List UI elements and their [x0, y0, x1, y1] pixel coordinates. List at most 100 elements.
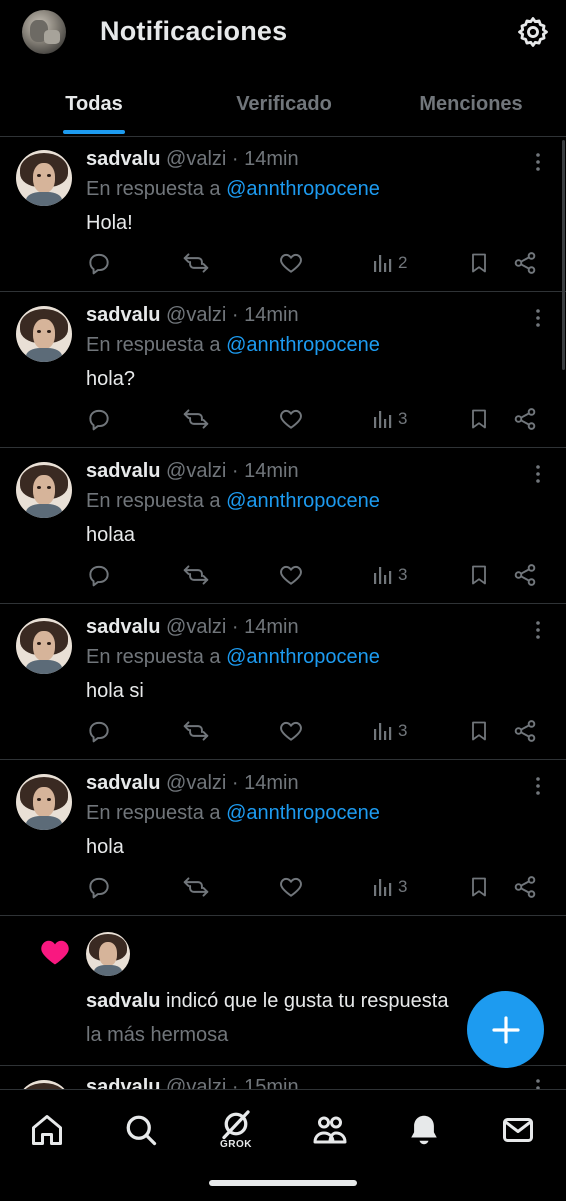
mention-link[interactable]: @annthropocene — [226, 646, 380, 668]
views-icon[interactable] — [372, 564, 394, 592]
reply-context: En respuesta a @annthropocene — [86, 802, 380, 825]
reply-notification[interactable]: sadvalu @valzi · 14min En respuesta a @an… — [0, 448, 566, 604]
action-bar: 3 — [0, 562, 566, 590]
mention-link[interactable]: @annthropocene — [226, 802, 380, 824]
post-text: hola? — [86, 368, 135, 390]
reply-prefix: En respuesta a — [86, 178, 221, 200]
views-count: 3 — [398, 877, 408, 896]
reply-notification[interactable]: sadvalu @valzi · 14min En respuesta a @an… — [0, 604, 566, 760]
grok-icon[interactable] — [218, 1106, 254, 1142]
user-handle[interactable]: @valzi — [166, 460, 226, 482]
like-action-text: indicó que le gusta tu respuesta — [160, 990, 449, 1012]
avatar[interactable] — [16, 150, 72, 206]
action-bar: 3 — [0, 718, 566, 746]
reply-prefix: En respuesta a — [86, 490, 221, 512]
more-options-icon[interactable] — [528, 152, 548, 172]
mention-link[interactable]: @annthropocene — [226, 334, 380, 356]
views-icon[interactable] — [372, 876, 394, 904]
like-icon[interactable] — [278, 406, 304, 434]
user-name[interactable]: sadvalu — [86, 772, 160, 794]
mention-link[interactable]: @annthropocene — [226, 178, 380, 200]
reply-notification[interactable]: sadvalu @valzi · 14min En respuesta a @an… — [0, 292, 566, 448]
share-icon[interactable] — [512, 562, 538, 590]
more-options-icon[interactable] — [528, 308, 548, 328]
bell-icon[interactable] — [406, 1112, 442, 1148]
retweet-icon[interactable] — [182, 718, 210, 746]
post-time: · 14min — [231, 772, 299, 794]
retweet-icon[interactable] — [182, 406, 210, 434]
post-text: hola si — [86, 680, 144, 702]
user-name[interactable]: sadvalu — [86, 304, 160, 326]
views-count: 2 — [398, 253, 408, 272]
post-header: sadvalu @valzi · 14min — [86, 616, 299, 639]
post-header: sadvalu @valzi · 14min — [86, 304, 299, 327]
avatar[interactable] — [16, 462, 72, 518]
reply-icon[interactable] — [86, 562, 112, 590]
post-time: · 14min — [231, 460, 299, 482]
search-icon[interactable] — [123, 1112, 159, 1148]
reply-icon[interactable] — [86, 718, 112, 746]
reply-prefix: En respuesta a — [86, 334, 221, 356]
like-icon[interactable] — [278, 562, 304, 590]
user-name[interactable]: sadvalu — [86, 460, 160, 482]
avatar[interactable] — [86, 932, 130, 976]
share-icon[interactable] — [512, 874, 538, 902]
views-icon[interactable] — [372, 408, 394, 436]
share-icon[interactable] — [512, 406, 538, 434]
share-icon[interactable] — [512, 718, 538, 746]
user-handle[interactable]: @valzi — [166, 148, 226, 170]
views-icon[interactable] — [372, 252, 394, 280]
reply-icon[interactable] — [86, 874, 112, 902]
tab-todas[interactable]: Todas — [30, 70, 158, 136]
like-icon[interactable] — [278, 718, 304, 746]
liked-reply-text: la más hermosa — [86, 1024, 229, 1046]
gear-icon[interactable] — [516, 15, 550, 49]
home-indicator[interactable] — [209, 1180, 357, 1186]
more-options-icon[interactable] — [528, 620, 548, 640]
mail-icon[interactable] — [500, 1112, 536, 1148]
post-time: · 14min — [231, 304, 299, 326]
bookmark-icon[interactable] — [467, 250, 491, 278]
scrollbar[interactable] — [562, 140, 565, 370]
post-time: · 14min — [231, 148, 299, 170]
retweet-icon[interactable] — [182, 874, 210, 902]
user-name[interactable]: sadvalu — [86, 990, 160, 1012]
retweet-icon[interactable] — [182, 562, 210, 590]
bookmark-icon[interactable] — [467, 406, 491, 434]
heart-filled-icon — [41, 940, 69, 965]
reply-icon[interactable] — [86, 406, 112, 434]
compose-button[interactable] — [467, 991, 544, 1068]
reply-notification[interactable]: sadvalu @valzi · 14min En respuesta a @an… — [0, 760, 566, 916]
tab-menciones[interactable]: Menciones — [396, 70, 546, 136]
user-name[interactable]: sadvalu — [86, 616, 160, 638]
views-icon[interactable] — [372, 720, 394, 748]
avatar[interactable] — [16, 618, 72, 674]
bookmark-icon[interactable] — [467, 718, 491, 746]
profile-avatar[interactable] — [22, 10, 66, 54]
grok-label: GROK — [220, 1139, 252, 1150]
post-header: sadvalu @valzi · 14min — [86, 772, 299, 795]
like-icon[interactable] — [278, 874, 304, 902]
bookmark-icon[interactable] — [467, 562, 491, 590]
tab-verificado[interactable]: Verificado — [204, 70, 364, 136]
user-handle[interactable]: @valzi — [166, 772, 226, 794]
user-handle[interactable]: @valzi — [166, 304, 226, 326]
mention-link[interactable]: @annthropocene — [226, 490, 380, 512]
retweet-icon[interactable] — [182, 250, 210, 278]
communities-icon[interactable] — [312, 1112, 348, 1148]
bookmark-icon[interactable] — [467, 874, 491, 902]
reply-notification[interactable]: sadvalu @valzi · 14min En respuesta a @an… — [0, 136, 566, 292]
more-options-icon[interactable] — [528, 464, 548, 484]
reply-icon[interactable] — [86, 250, 112, 278]
action-bar: 3 — [0, 874, 566, 902]
like-text: sadvalu indicó que le gusta tu respuesta — [86, 990, 448, 1013]
avatar[interactable] — [16, 306, 72, 362]
share-icon[interactable] — [512, 250, 538, 278]
home-icon[interactable] — [29, 1112, 65, 1148]
like-icon[interactable] — [278, 250, 304, 278]
user-name[interactable]: sadvalu — [86, 148, 160, 170]
more-options-icon[interactable] — [528, 776, 548, 796]
plus-icon — [492, 1016, 520, 1044]
avatar[interactable] — [16, 774, 72, 830]
user-handle[interactable]: @valzi — [166, 616, 226, 638]
